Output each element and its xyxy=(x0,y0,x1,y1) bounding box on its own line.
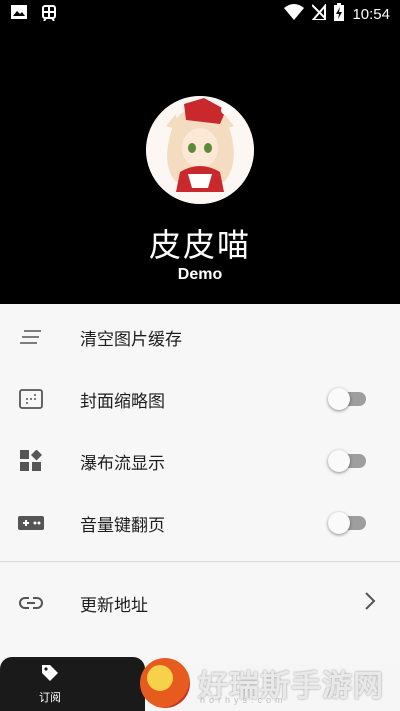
menu-item-label: 音量键翻页 xyxy=(80,515,165,536)
waterfall-toggle[interactable] xyxy=(328,448,368,474)
menu-item-label: 封面缩略图 xyxy=(80,391,165,412)
tab-subscribe[interactable]: 订阅 xyxy=(30,663,70,705)
profile-title: 皮皮喵 xyxy=(148,226,251,264)
menu-item-update-url[interactable]: 更新地址 xyxy=(0,572,400,634)
status-time: 10:54 xyxy=(352,5,390,23)
settings-menu: 清空图片缓存 封面缩略图 瀑布流显示 音量键翻页 更新地址 xyxy=(0,304,400,664)
menu-item-waterfall[interactable]: 瀑布流显示 xyxy=(0,430,400,492)
dashboard-icon xyxy=(18,448,44,474)
watermark-logo-icon xyxy=(140,658,190,708)
menu-item-label: 清空图片缓存 xyxy=(80,329,182,350)
status-bar: 10:54 xyxy=(0,0,400,28)
toggle-knob xyxy=(328,450,350,472)
clear-list-icon xyxy=(18,324,44,350)
volume-page-toggle[interactable] xyxy=(328,510,368,536)
profile-subtitle: Demo xyxy=(177,266,223,283)
cover-thumbnail-toggle[interactable] xyxy=(328,386,368,412)
toggle-knob xyxy=(328,388,350,410)
profile-header: 皮皮喵 Demo xyxy=(0,28,400,304)
battery-charging-icon xyxy=(334,3,345,25)
tag-icon xyxy=(40,665,60,687)
menu-item-label: 瀑布流显示 xyxy=(80,453,165,474)
link-icon xyxy=(18,590,44,616)
toggle-knob xyxy=(328,512,350,534)
image-placeholder-icon xyxy=(18,386,44,412)
image-icon xyxy=(10,4,28,24)
section-divider xyxy=(0,561,400,562)
gamepad-icon xyxy=(18,510,44,536)
menu-item-cover-thumbnail[interactable]: 封面缩略图 xyxy=(0,368,400,430)
menu-item-volume-page[interactable]: 音量键翻页 xyxy=(0,492,400,554)
wifi-icon xyxy=(284,4,305,24)
sim-off-icon xyxy=(311,3,328,24)
avatar[interactable] xyxy=(146,96,254,204)
watermark-url: horhys.com xyxy=(200,695,287,705)
bug-icon xyxy=(40,3,58,25)
watermark: 好瑞斯手游网 horhys.com xyxy=(140,655,400,711)
menu-item-clear-cache[interactable]: 清空图片缓存 xyxy=(0,306,400,368)
tab-subscribe-label: 订阅 xyxy=(39,691,61,704)
bottom-nav: 订阅 xyxy=(0,657,145,711)
chevron-right-icon xyxy=(364,591,376,615)
menu-item-label: 更新地址 xyxy=(80,595,148,616)
